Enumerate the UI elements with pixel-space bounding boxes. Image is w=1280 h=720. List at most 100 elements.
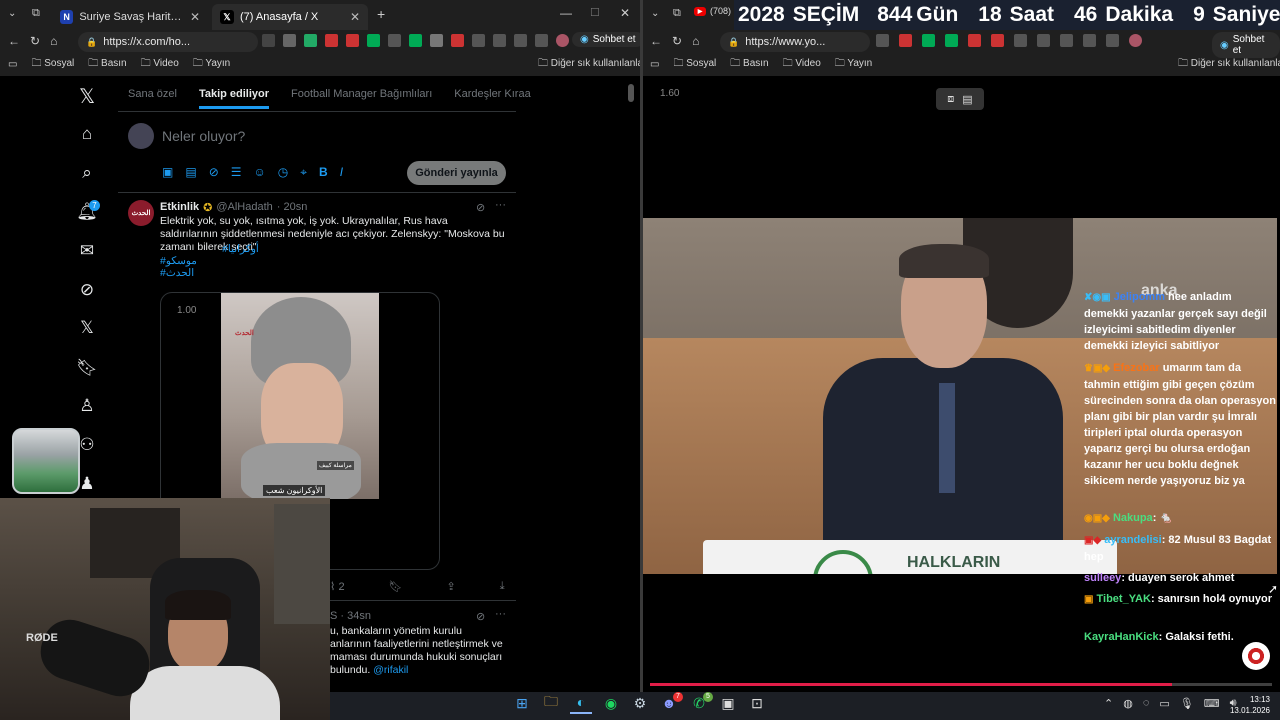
- extension-icon[interactable]: [1106, 34, 1119, 47]
- compose-input[interactable]: Neler oluyor?: [162, 128, 245, 144]
- bookmark-folder[interactable]: Sosyal: [673, 56, 716, 73]
- tray-app-icon[interactable]: ▭: [1159, 697, 1169, 710]
- tab-for-you[interactable]: Sana özel: [128, 88, 177, 100]
- grok-icon[interactable]: ⊘: [476, 201, 485, 214]
- close-icon[interactable]: ✕: [190, 10, 200, 24]
- bookmark-folder[interactable]: Video: [141, 56, 178, 73]
- search-icon[interactable]: ⌕: [76, 163, 98, 183]
- address-bar[interactable]: 🔒 https://x.com/ho...: [78, 32, 258, 52]
- profile-avatar[interactable]: [556, 34, 569, 47]
- extension-icon[interactable]: [1060, 34, 1073, 47]
- extension-icon[interactable]: [262, 34, 275, 47]
- poll-icon[interactable]: ☰: [231, 165, 242, 180]
- tweet-time[interactable]: · 20sn: [277, 201, 308, 214]
- bookmark-folder[interactable]: Yayın: [835, 56, 872, 73]
- premium-x-icon[interactable]: 𝕏: [76, 318, 98, 338]
- grok-icon[interactable]: ⊘: [76, 280, 98, 300]
- bookmark-folder[interactable]: Yayın: [193, 56, 230, 73]
- tweet-handle[interactable]: @AlHadath: [216, 201, 272, 214]
- share-icon[interactable]: ⇪: [447, 580, 456, 593]
- other-bookmarks[interactable]: Diğer sık kullanılanlar: [1178, 55, 1280, 73]
- extension-icon[interactable]: [1083, 34, 1096, 47]
- extension-icon[interactable]: [922, 34, 935, 47]
- extension-icon[interactable]: [493, 34, 506, 47]
- post-button[interactable]: Gönderi yayınla: [407, 161, 506, 185]
- other-bookmarks[interactable]: Diğer sık kullanılanlar: [538, 55, 647, 73]
- bookmark-folder[interactable]: Video: [783, 56, 820, 73]
- bookmark-folder[interactable]: Basın: [88, 56, 127, 73]
- reading-list-icon[interactable]: ▭: [8, 59, 17, 70]
- tweet-avatar[interactable]: الحدث: [128, 200, 154, 226]
- extension-icon[interactable]: [945, 34, 958, 47]
- tab-kardesler[interactable]: Kardeşler Kıraa: [454, 88, 530, 100]
- bookmarks-icon[interactable]: 🔖︎: [76, 358, 98, 378]
- emoji-icon[interactable]: ☺: [254, 165, 266, 180]
- extension-icon[interactable]: [1037, 34, 1050, 47]
- extension-icon[interactable]: [968, 34, 981, 47]
- clock[interactable]: 13:13 13.01.2026: [1226, 694, 1270, 716]
- extension-icon[interactable]: [535, 34, 548, 47]
- tab-following[interactable]: Takip ediliyor: [198, 88, 270, 109]
- home-icon[interactable]: ⌂: [692, 34, 699, 48]
- network-icon[interactable]: ⌨: [1204, 697, 1220, 710]
- tab-x-home[interactable]: 𝕏 (7) Anasayfa / X ✕: [212, 4, 368, 30]
- location-icon[interactable]: ⌖: [300, 165, 307, 180]
- tweet2-time[interactable]: S · 34sn: [330, 610, 371, 622]
- gif-icon[interactable]: ▤: [185, 165, 196, 180]
- notes-icon[interactable]: ▤: [962, 93, 972, 106]
- grok-icon[interactable]: ⊘: [476, 610, 485, 623]
- extension-icon[interactable]: [451, 34, 464, 47]
- extension-icon[interactable]: [899, 34, 912, 47]
- extension-icon[interactable]: [876, 34, 889, 47]
- tab-football-manager[interactable]: Football Manager Bağımlıları: [291, 88, 432, 100]
- more-icon[interactable]: ···: [495, 199, 506, 211]
- maximize-button[interactable]: ☐: [590, 6, 600, 19]
- extension-icon[interactable]: [409, 34, 422, 47]
- video-progress[interactable]: [650, 683, 1272, 686]
- microphone-icon[interactable]: 🎙︎: [1180, 697, 1194, 710]
- jobs-icon[interactable]: ♙: [76, 396, 98, 416]
- italic-icon[interactable]: I: [340, 165, 343, 180]
- x-logo[interactable]: 𝕏: [76, 84, 98, 109]
- tab-actions-icon[interactable]: ⌄: [8, 8, 16, 19]
- bold-icon[interactable]: B: [319, 165, 328, 180]
- image-icon[interactable]: ▣: [162, 165, 173, 180]
- extension-icon[interactable]: [472, 34, 485, 47]
- chat-username[interactable]: Efezobar: [1113, 362, 1159, 374]
- tray-app-icon[interactable]: ◌: [1143, 697, 1150, 710]
- extension-icon[interactable]: [514, 34, 527, 47]
- chat-username[interactable]: ayrandelisi: [1104, 534, 1161, 546]
- bookmark-icon[interactable]: 🔖︎: [389, 580, 403, 593]
- refresh-icon[interactable]: ↻: [672, 34, 682, 48]
- extension-icon[interactable]: [304, 34, 317, 47]
- extension-icon[interactable]: [388, 34, 401, 47]
- home-icon[interactable]: ⌂: [76, 124, 98, 144]
- chat-username[interactable]: Jelipomm: [1114, 291, 1165, 303]
- chat-username[interactable]: Tibet_YAK: [1097, 593, 1151, 605]
- chat-username[interactable]: KayraHanKick: [1084, 631, 1159, 643]
- extension-icon[interactable]: [1014, 34, 1027, 47]
- compose-avatar[interactable]: [128, 123, 154, 149]
- file-explorer-icon[interactable]: 🗀: [540, 692, 562, 714]
- reading-list-icon[interactable]: ▭: [650, 59, 659, 70]
- hashtag-link[interactable]: #الحدث: [160, 267, 280, 279]
- grok-icon[interactable]: ⊘: [209, 165, 219, 180]
- tab-suriye[interactable]: N Suriye Savaş Haritası - Son Dakika ✕: [52, 4, 208, 30]
- workspaces-icon[interactable]: ⧉: [32, 7, 40, 20]
- reply-count[interactable]: ⌇ 2: [330, 580, 345, 593]
- profile-avatar[interactable]: [1129, 34, 1142, 47]
- extension-icon[interactable]: [325, 34, 338, 47]
- download-icon[interactable]: ⤓: [500, 580, 505, 593]
- hashtag-link[interactable]: #أوكرانيا: [222, 243, 280, 255]
- bookmark-folder[interactable]: Sosyal: [31, 56, 74, 73]
- messages-icon[interactable]: ✉: [76, 241, 98, 261]
- tab-actions-icon[interactable]: ⌄: [651, 8, 659, 19]
- pip-icon[interactable]: ⧈: [947, 93, 954, 106]
- steam-icon[interactable]: ⚙: [629, 692, 651, 714]
- extension-icon[interactable]: [430, 34, 443, 47]
- back-icon[interactable]: ←: [650, 34, 662, 48]
- youtube-tab[interactable]: ▶ (708): [694, 6, 731, 16]
- bookmark-folder[interactable]: Basın: [730, 56, 769, 73]
- extension-icon[interactable]: [346, 34, 359, 47]
- extension-icon[interactable]: [367, 34, 380, 47]
